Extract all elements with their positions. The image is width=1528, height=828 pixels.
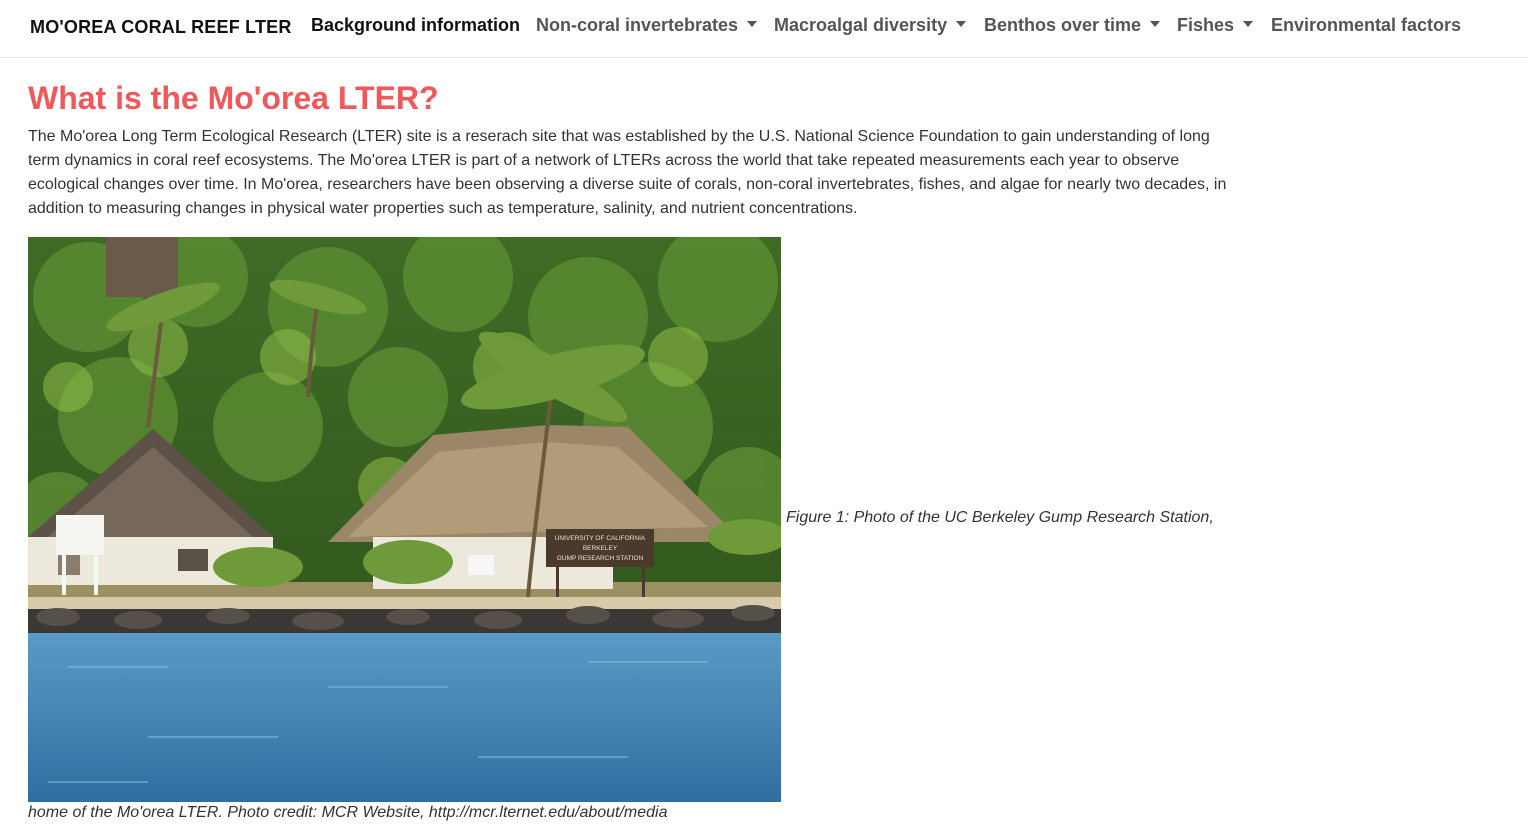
caret-down-icon — [956, 21, 967, 27]
nav-label: Non-coral invertebrates — [536, 15, 739, 35]
research-station-photo: UNIVERSITY OF CALIFORNIA BERKELEY GUMP R… — [28, 237, 781, 802]
sign-text-line1: UNIVERSITY OF CALIFORNIA — [555, 535, 646, 542]
nav-macroalgal-diversity-dropdown[interactable]: Macroalgal diversity — [774, 15, 967, 36]
navbar: MO'OREA CORAL REEF LTER Background infor… — [0, 0, 1528, 58]
hillside-house — [106, 237, 178, 297]
caret-down-icon — [747, 21, 758, 27]
nav-label: Environmental factors — [1271, 15, 1462, 35]
nav-label: Background information — [311, 15, 521, 35]
nav-label: Macroalgal diversity — [774, 15, 948, 35]
lagoon-water — [28, 633, 781, 802]
sign-text-line3: GUMP RESEARCH STATION — [557, 555, 644, 562]
intro-paragraph: The Mo'orea Long Term Ecological Researc… — [28, 128, 1227, 217]
nav-fishes-dropdown[interactable]: Fishes — [1177, 15, 1254, 36]
caret-down-icon — [1150, 21, 1161, 27]
figure-caption-line1: Figure 1: Photo of the UC Berkeley Gump … — [786, 509, 1214, 526]
nav-background-information[interactable]: Background information — [311, 15, 520, 36]
brand-link[interactable]: MO'OREA CORAL REEF LTER — [30, 17, 292, 38]
nav-environmental-factors[interactable]: Environmental factors — [1271, 15, 1461, 36]
caret-down-icon — [1243, 21, 1254, 27]
rock-seawall — [28, 605, 781, 633]
nav-label: Fishes — [1177, 15, 1235, 35]
sign-text-line2: BERKELEY — [583, 545, 618, 552]
nav-label: Benthos over time — [984, 15, 1142, 35]
page-title: What is the Mo'orea LTER? — [28, 80, 439, 116]
nav-non-coral-invertebrates-dropdown[interactable]: Non-coral invertebrates — [536, 15, 758, 36]
nav-benthos-over-time-dropdown[interactable]: Benthos over time — [984, 15, 1161, 36]
figure-caption-line2: home of the Mo'orea LTER. Photo credit: … — [28, 804, 668, 821]
